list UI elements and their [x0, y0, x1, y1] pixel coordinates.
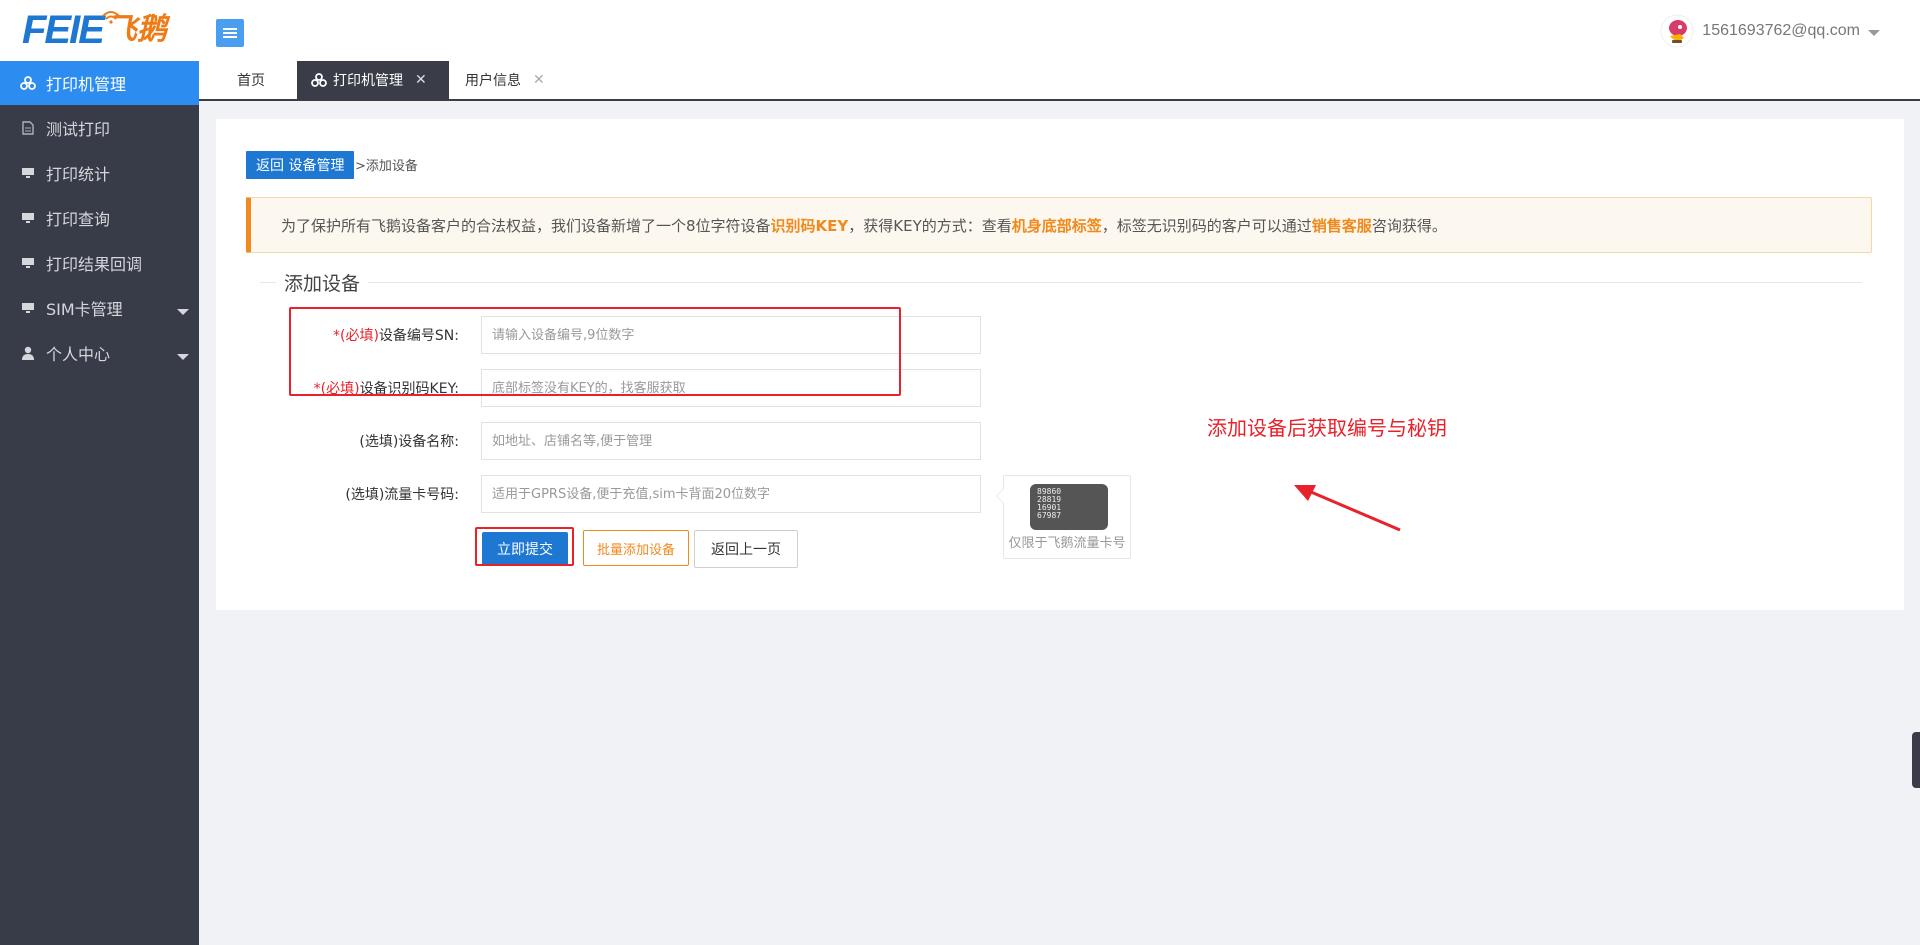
submit-button[interactable]: 立即提交 [482, 532, 568, 566]
monitor-icon [20, 300, 36, 316]
form-row-sim: (选填)流量卡号码: [216, 475, 459, 513]
chevron-down-icon [1868, 30, 1880, 36]
sidebar-item-print-callback[interactable]: 打印结果回调 [0, 240, 199, 285]
sidebar-item-print-stats[interactable]: 打印统计 [0, 150, 199, 195]
notice-banner: 为了保护所有飞鹅设备客户的合法权益，我们设备新增了一个8位字符设备 识别码KEY，… [246, 197, 1872, 253]
user-menu[interactable]: 1561693762@qq.com [1660, 14, 1880, 48]
chevron-down-icon [177, 309, 189, 315]
cluster-icon [20, 75, 36, 91]
form-row-sn: *(必填)设备编号SN: [216, 316, 459, 354]
tab-label: 首页 [237, 73, 265, 89]
sidebar-item-label: SIM卡管理 [46, 299, 123, 319]
sn-input[interactable] [481, 316, 981, 354]
chevron-down-icon [177, 354, 189, 360]
sidebar-item-print-query[interactable]: 打印查询 [0, 195, 199, 240]
notice-text: ，标签无识别码的客户可以通过 [1101, 216, 1312, 235]
notice-highlight-key: 识别码KEY [770, 216, 849, 235]
sidebar-item-label: 打印统计 [46, 164, 111, 184]
notice-text: 为了保护所有飞鹅设备客户的合法权益，我们设备新增了一个8位字符设备 [281, 216, 771, 235]
sidebar-item-printer-management[interactable]: 打印机管理 [0, 61, 199, 105]
annotation-text: 添加设备后获取编号与秘钥 [1207, 416, 1447, 440]
hamburger-icon [223, 28, 237, 38]
notice-highlight-label: 机身底部标签 [1011, 216, 1102, 235]
sidebar-item-label: 测试打印 [46, 119, 111, 139]
form-row-key: *(必填)设备识别码KEY: [216, 369, 459, 407]
monitor-icon [20, 255, 36, 271]
sidebar-item-label: 打印查询 [46, 209, 111, 229]
notice-text: ，获得KEY的方式：查看 [848, 216, 1012, 235]
form-label: *(必填)设备编号SN: [332, 328, 459, 344]
content-panel: 返回 设备管理 >添加设备 为了保护所有飞鹅设备客户的合法权益，我们设备新增了一… [216, 119, 1904, 610]
sidebar: 打印机管理 测试打印 打印统计 打印查询 打印结果回调 SIM卡管理 个人中心 [0, 61, 199, 945]
sidebar-item-label: 个人中心 [46, 344, 111, 364]
breadcrumb-current: >添加设备 [355, 159, 418, 174]
form-title: 添加设备 [276, 269, 369, 296]
cluster-icon [311, 73, 327, 87]
tabs-bar: 首页 打印机管理 ✕ 用户信息 ✕ [199, 61, 1920, 101]
feie-logo[interactable]: FEIE 飞鹅 [22, 6, 167, 54]
notice-text: 咨询获得。 [1371, 216, 1447, 235]
key-input[interactable] [481, 369, 981, 407]
tab-home[interactable]: 首页 [237, 61, 265, 99]
tab-label: 用户信息 [465, 73, 521, 89]
sidebar-item-label: 打印机管理 [46, 75, 127, 94]
form-label: (选填)设备名称: [359, 434, 459, 450]
sim-number-input[interactable] [481, 475, 981, 513]
sim-tooltip: 89860 28819 16901 67987 仅限于飞鹅流量卡号 [996, 475, 1131, 559]
tab-user-info[interactable]: 用户信息 ✕ [465, 61, 545, 99]
form-label: *(必填)设备识别码KEY: [313, 381, 459, 397]
floating-side-widget[interactable] [1912, 732, 1920, 788]
menu-toggle-button[interactable] [216, 19, 244, 47]
batch-add-button[interactable]: 批量添加设备 [583, 530, 689, 566]
sidebar-item-label: 打印结果回调 [46, 254, 143, 274]
wifi-icon [102, 11, 120, 24]
user-email: 1561693762@qq.com [1702, 22, 1860, 39]
tab-printer-management[interactable]: 打印机管理 ✕ [297, 61, 449, 99]
sim-card-image: 89860 28819 16901 67987 [1030, 484, 1108, 530]
notice-highlight-service: 销售客服 [1311, 216, 1372, 235]
sim-tooltip-caption: 仅限于飞鹅流量卡号 [1008, 536, 1126, 551]
monitor-icon [20, 165, 36, 181]
sidebar-item-sim-management[interactable]: SIM卡管理 [0, 285, 199, 330]
back-to-devices-button[interactable]: 返回 设备管理 [246, 151, 355, 179]
monitor-icon [20, 210, 36, 226]
back-previous-button[interactable]: 返回上一页 [694, 530, 798, 568]
logo-text-en: FEIE [22, 8, 105, 52]
device-name-input[interactable] [481, 422, 981, 460]
sidebar-item-personal-center[interactable]: 个人中心 [0, 330, 199, 375]
close-icon[interactable]: ✕ [415, 72, 427, 88]
tab-label: 打印机管理 [333, 73, 403, 89]
fieldset-divider [260, 282, 1862, 283]
form-label: (选填)流量卡号码: [345, 487, 459, 503]
close-icon[interactable]: ✕ [533, 72, 545, 88]
document-icon [20, 120, 36, 136]
user-icon [20, 345, 36, 361]
avatar [1660, 14, 1695, 48]
annotation-arrow [1294, 485, 1401, 532]
top-header: FEIE 飞鹅 1561693762@qq.com [0, 0, 1920, 61]
form-row-name: (选填)设备名称: [216, 422, 459, 460]
sidebar-item-test-print[interactable]: 测试打印 [0, 105, 199, 150]
